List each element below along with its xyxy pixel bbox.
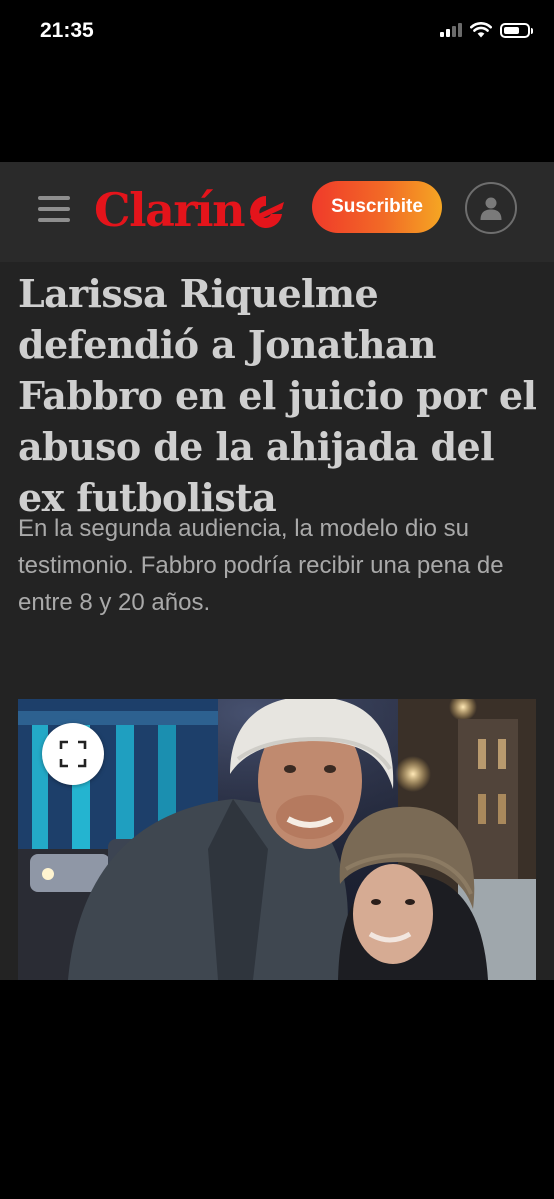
wifi-icon [470,22,492,38]
menu-icon[interactable] [38,196,70,222]
clarin-logo[interactable]: Clarín [94,178,286,242]
expand-icon [59,740,87,768]
bottom-blank-area [0,980,554,1199]
status-icons [440,22,533,38]
cellular-signal-icon [440,23,462,37]
article: Larissa Riquelme defendió a Jonathan Fab… [0,262,554,980]
user-icon [480,197,502,220]
status-bar: 21:35 [0,0,554,66]
article-subtitle: En la segunda audiencia, la modelo dio s… [18,515,504,616]
article-photo[interactable] [18,699,536,980]
status-time: 21:35 [40,19,94,42]
battery-icon [500,22,533,38]
logo-text: Clarín [94,183,246,237]
expand-image-button[interactable] [42,723,104,785]
app-header: Clarín Suscribite [0,162,554,262]
account-button[interactable] [465,182,517,234]
article-headline: Larissa Riquelme defendió a Jonathan Fab… [18,271,537,520]
subscribe-button[interactable]: Suscribite [312,181,442,233]
logo-swoosh-icon [250,196,285,228]
